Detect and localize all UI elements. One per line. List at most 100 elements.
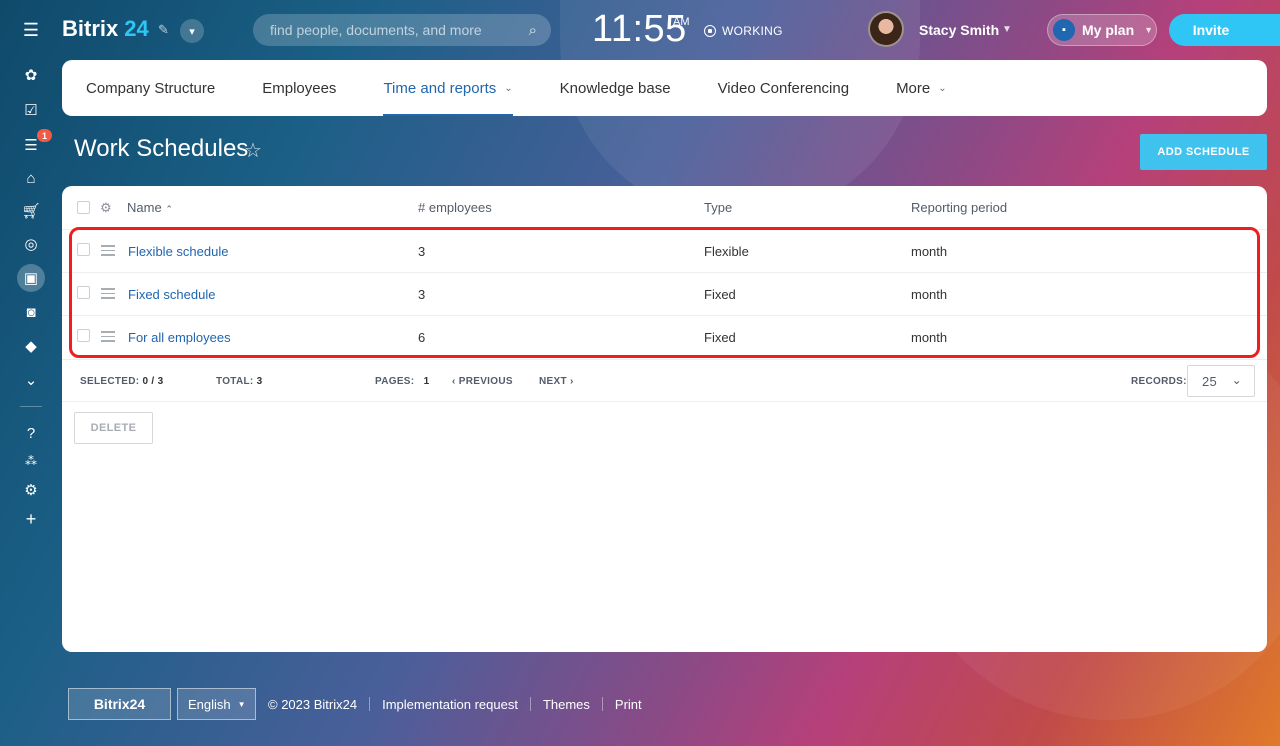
delete-button[interactable]: DELETE [74,412,153,444]
schedule-type: Fixed [704,330,736,345]
employees-card-icon[interactable]: ▣ [17,264,45,292]
briefcase-icon: ▪ [1053,19,1075,41]
schedule-name-link[interactable]: For all employees [128,330,231,345]
grid-footer: SELECTED: 0 / 3 TOTAL: 3 PAGES: 1 ‹ PREV… [62,359,1267,402]
chevron-down-icon: ▼ [237,699,246,709]
previous-label: PREVIOUS [458,376,513,387]
avatar[interactable] [868,11,904,47]
schedule-name-link[interactable]: Flexible schedule [128,244,228,259]
user-menu-chevron-icon[interactable]: ▼ [1002,24,1012,35]
footer-divider [601,697,603,711]
next-label: NEXT [539,376,567,387]
pages-label: PAGES: [375,376,415,387]
logo-number: 24 [124,16,149,41]
pages: PAGES: 1 [375,376,430,387]
tab-knowledge-base[interactable]: Knowledge base [560,60,671,116]
company-icon[interactable]: ⌂ [17,164,45,192]
footer-link-print[interactable]: Print [615,697,642,712]
clock-time[interactable]: 11:55 [592,8,687,51]
footer-links: © 2023 Bitrix24 Implementation request T… [268,688,642,720]
user-name[interactable]: Stacy Smith [919,22,999,38]
page-title: Work Schedules [74,135,249,162]
column-header-employees[interactable]: # employees [418,200,492,215]
total-label: TOTAL: [216,376,254,387]
employees-count: 3 [418,244,426,259]
menu-icon[interactable]: ☰ [17,16,45,44]
previous-page-button[interactable]: ‹ PREVIOUS [452,376,513,387]
top-bar: Bitrix24 ✎ ▾ ⌕ 11:55 AM WORKING Stacy Sm… [62,0,1280,60]
feed-icon[interactable]: ✿ [17,61,45,89]
settings-gear-icon[interactable]: ⚙ [17,476,45,504]
column-header-type[interactable]: Type [704,200,732,215]
invite-button[interactable]: Invite ▼ [1169,14,1280,46]
favorite-star-icon[interactable]: ☆ [244,138,262,163]
footer-logo[interactable]: Bitrix24 [68,688,171,720]
tab-time-and-reports[interactable]: Time and reports ⌄ [383,60,513,116]
tab-video-conferencing[interactable]: Video Conferencing [718,60,849,116]
column-header-reporting-period[interactable]: Reporting period [911,200,1007,215]
column-label: Name [127,200,162,215]
grid-settings-gear-icon[interactable]: ⚙ [100,200,112,216]
column-header-name[interactable]: Name ⌃ [127,200,173,215]
pages-value: 1 [423,376,430,387]
section-nav: Company Structure Employees Time and rep… [62,60,1267,116]
target-icon[interactable]: ◎ [17,230,45,258]
search-box[interactable]: ⌕ [253,14,551,46]
employees-count: 3 [418,287,426,302]
notification-badge: 1 [37,129,52,142]
table-row[interactable]: For all employees 6 Fixed month [62,315,1267,358]
records-per-page-select[interactable]: 25 ⌄ [1187,365,1255,397]
app-logo[interactable]: Bitrix 24 [62,16,149,42]
my-plan-label: My plan [1082,22,1135,38]
chevron-down-icon: ⌄ [504,82,513,94]
footer-divider [529,697,531,711]
table-row[interactable]: Flexible schedule 3 Flexible month [62,229,1267,272]
grid-header: ⚙ Name ⌃ # employees Type Reporting peri… [62,186,1267,229]
schedule-name-link[interactable]: Fixed schedule [128,287,215,302]
add-plus-icon[interactable]: + [17,505,45,533]
tab-company-structure[interactable]: Company Structure [86,60,215,116]
next-page-button[interactable]: NEXT › [539,376,574,387]
work-status[interactable]: WORKING [704,24,783,38]
chevron-down-icon: ⌄ [938,82,947,94]
tab-more[interactable]: More ⌄ [896,60,947,116]
chevron-down-icon[interactable]: ▾ [180,19,204,43]
schedule-type: Fixed [704,287,736,302]
row-drag-handle-icon[interactable] [101,245,115,259]
sort-asc-icon: ⌃ [165,204,173,214]
records-label: RECORDS: [1131,376,1187,387]
selected-value: 0 / 3 [142,376,164,387]
row-checkbox[interactable] [77,286,90,299]
row-checkbox[interactable] [77,329,90,342]
footer-link-themes[interactable]: Themes [543,697,590,712]
robot-icon[interactable]: ◙ [17,298,45,326]
footer-link-implementation[interactable]: Implementation request [382,697,518,712]
cart-icon[interactable]: 🛒︎ [17,197,45,225]
total-count: TOTAL: 3 [216,376,263,387]
left-sidebar: ☰ ✿ ☑ ☰ 1 ⌂ 🛒︎ ◎ ▣ ◙ ◆ ⌄ ? ⁂ ⚙ + [0,0,62,746]
chevron-down-icon: ⌄ [1231,373,1242,387]
pencil-icon[interactable]: ✎ [158,22,169,38]
tasks-icon[interactable]: ☑ [17,96,45,124]
help-icon[interactable]: ? [17,419,45,447]
row-drag-handle-icon[interactable] [101,331,115,345]
total-value: 3 [256,376,263,387]
employees-count: 6 [418,330,426,345]
invite-label: Invite [1192,22,1230,38]
search-input[interactable] [270,22,529,38]
select-all-checkbox[interactable] [77,201,90,214]
table-row[interactable]: Fixed schedule 3 Fixed month [62,272,1267,315]
language-select[interactable]: English ▼ [177,688,256,720]
reporting-period: month [911,330,948,345]
sitemap-icon[interactable]: ⁂ [17,447,45,475]
logo-word: Bitrix [62,16,119,41]
chevron-right-icon: › [569,376,574,387]
add-schedule-button[interactable]: ADD SCHEDULE [1140,134,1267,170]
tab-employees[interactable]: Employees [262,60,336,116]
box-icon[interactable]: ◆ [17,332,45,360]
row-drag-handle-icon[interactable] [101,288,115,302]
row-checkbox[interactable] [77,243,90,256]
more-chevron-icon[interactable]: ⌄ [17,366,45,394]
my-plan-button[interactable]: ▪ My plan ▼ [1047,14,1157,46]
search-icon[interactable]: ⌕ [529,22,537,39]
